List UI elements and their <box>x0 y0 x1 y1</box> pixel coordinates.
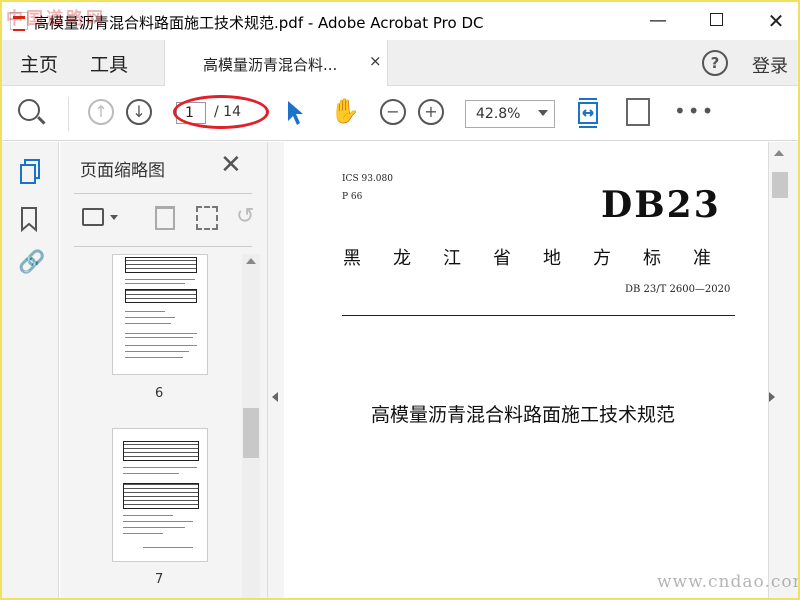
thumbnail-text <box>125 333 197 334</box>
thumbnail-text <box>125 323 171 324</box>
thumbnail-page-number: 6 <box>155 386 164 401</box>
thumbnail-table <box>125 289 197 303</box>
thumbnail-table <box>125 257 197 273</box>
watermark-top-left: 中国道路网 <box>6 9 106 29</box>
ics-code: ICS 93.080 <box>342 174 393 184</box>
thumbnail-text <box>123 473 179 474</box>
tab-bar: 主页 工具 高模量沥青混合料... × ? 登录 <box>2 40 798 86</box>
thumbnail-scrollbar[interactable] <box>242 254 260 598</box>
chevron-down-icon[interactable] <box>110 215 118 220</box>
thumbnail-text <box>123 521 193 522</box>
standard-number: DB 23/T 2600—2020 <box>625 284 731 295</box>
previous-page-button[interactable]: ↑ <box>88 99 114 125</box>
attachment-icon[interactable]: 🔗 <box>18 250 45 275</box>
thumbnail-text <box>125 337 193 338</box>
close-tab-icon[interactable]: × <box>369 52 382 70</box>
scrollbar-thumb[interactable] <box>243 408 259 458</box>
zoom-in-button[interactable]: + <box>418 99 444 125</box>
options-icon[interactable] <box>82 208 104 226</box>
rotate-icon[interactable] <box>626 98 650 126</box>
tab-home[interactable]: 主页 <box>20 50 58 77</box>
panel-collapse-strip[interactable] <box>268 142 284 598</box>
db-code: DB23 <box>601 184 721 226</box>
thumbnail-table <box>123 483 199 509</box>
expand-right-icon[interactable] <box>769 392 775 402</box>
scroll-up-icon[interactable] <box>246 258 256 264</box>
bookmark-icon[interactable] <box>18 206 40 236</box>
title-bar: 高模量沥青混合料路面施工技术规范.pdf - Adobe Acrobat Pro… <box>2 2 798 40</box>
thumbnail-text <box>123 515 173 516</box>
thumbnail-text <box>125 357 183 358</box>
chevron-down-icon[interactable] <box>538 110 548 116</box>
cursor-icon[interactable] <box>286 99 306 131</box>
fit-page-icon[interactable] <box>576 97 600 129</box>
page-thumbnail[interactable] <box>112 428 208 562</box>
panel-title: 页面缩略图 <box>80 161 165 181</box>
thumbnail-table <box>123 441 199 461</box>
more-icon[interactable]: ••• <box>674 99 715 123</box>
document-title: 高模量沥青混合料路面施工技术规范 <box>371 404 676 426</box>
red-highlight-oval <box>173 95 269 129</box>
thumbnail-page-number: 7 <box>155 572 164 587</box>
divider <box>74 193 252 194</box>
close-panel-icon[interactable]: ✕ <box>220 150 242 180</box>
maximize-icon <box>709 13 723 26</box>
divider <box>74 246 252 247</box>
document-rule <box>342 315 735 316</box>
app-window: 高模量沥青混合料路面施工技术规范.pdf - Adobe Acrobat Pro… <box>0 0 800 600</box>
search-icon[interactable] <box>18 99 40 121</box>
thumbnail-text <box>125 317 175 318</box>
login-button[interactable]: 登录 <box>752 52 788 78</box>
pages-icon[interactable] <box>18 158 42 190</box>
left-navigation-rail: 🔗 <box>2 142 59 598</box>
thumbnail-text <box>125 279 195 280</box>
help-icon[interactable]: ? <box>702 50 728 76</box>
scroll-up-icon[interactable] <box>774 150 784 156</box>
scrollbar-thumb[interactable] <box>772 172 788 198</box>
toolbar: ↑ ↓ 1 / 14 ✋ − + 42.8% ••• <box>2 87 798 141</box>
thumbnail-text <box>123 467 197 468</box>
undo-icon[interactable]: ↺ <box>236 204 254 229</box>
thumbnail-text <box>123 533 163 534</box>
trash-icon[interactable] <box>155 206 175 230</box>
thumbnail-text <box>125 283 185 284</box>
close-window-button[interactable]: ✕ <box>754 2 798 40</box>
thumbnail-text <box>125 345 197 346</box>
extract-icon[interactable] <box>196 206 218 230</box>
watermark-bottom-right: www.cndao.com <box>657 572 800 592</box>
zoom-out-button[interactable]: − <box>380 99 406 125</box>
document-tab-label: 高模量沥青混合料... <box>203 56 338 74</box>
p-code: P 66 <box>342 192 363 202</box>
province-standard-heading: 黑龙江省地方标准 <box>343 248 743 269</box>
maximize-button[interactable] <box>694 2 738 40</box>
next-page-button[interactable]: ↓ <box>126 99 152 125</box>
page-thumbnail[interactable] <box>112 254 208 375</box>
tab-document[interactable]: 高模量沥青混合料... × <box>164 40 388 86</box>
hand-icon[interactable]: ✋ <box>330 97 360 125</box>
tab-tools[interactable]: 工具 <box>90 50 128 77</box>
thumbnail-text <box>125 351 189 352</box>
document-scrollbar[interactable] <box>768 142 798 598</box>
collapse-left-icon[interactable] <box>272 392 278 402</box>
thumbnail-text <box>123 527 185 528</box>
toolbar-divider <box>68 97 69 131</box>
thumbnail-text <box>143 547 193 548</box>
page-thumbnails-panel: 页面缩略图 ✕ ↺ 6 7 <box>60 142 268 598</box>
document-page: ICS 93.080 P 66 DB23 黑龙江省地方标准 DB 23/T 26… <box>285 142 768 598</box>
minimize-button[interactable]: — <box>636 2 680 40</box>
thumbnail-text <box>125 311 165 312</box>
